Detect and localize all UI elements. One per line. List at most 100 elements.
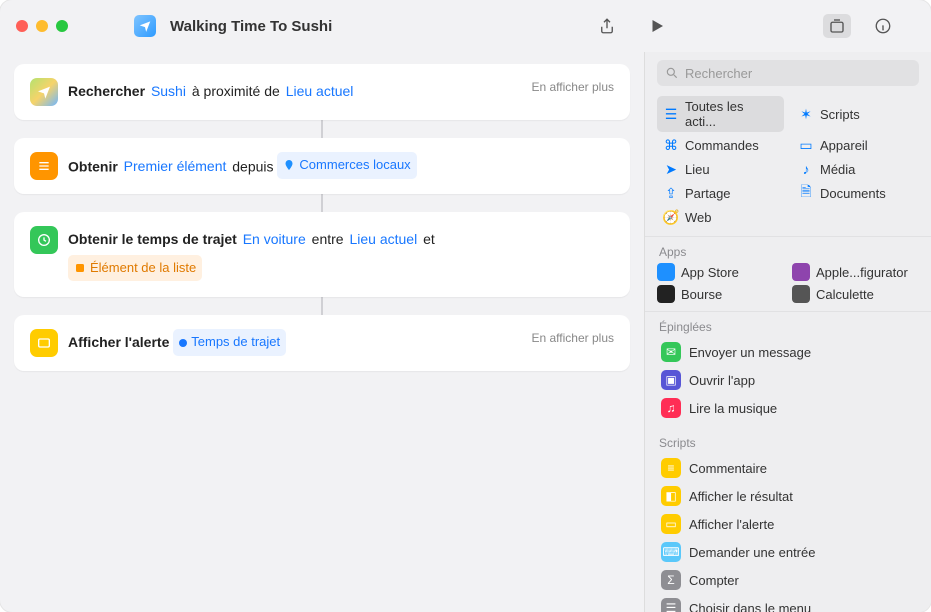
category-grid: ☰Toutes les acti... ✶Scripts ⌘Commandes … bbox=[645, 92, 931, 237]
action-get-item[interactable]: Obtenir Premier élément depuis Commerces… bbox=[14, 138, 630, 194]
cat-label: Web bbox=[685, 210, 712, 225]
info-button[interactable] bbox=[869, 14, 897, 38]
script-item[interactable]: ΣCompter bbox=[657, 566, 919, 594]
param-search-term[interactable]: Sushi bbox=[149, 83, 188, 99]
param-location[interactable]: Lieu actuel bbox=[284, 83, 356, 99]
app-icon bbox=[792, 285, 810, 303]
variable-list-item[interactable]: Élément de la liste bbox=[68, 255, 202, 282]
script-item[interactable]: ◧ Afficher le résultat bbox=[657, 482, 919, 510]
item-label: Afficher le résultat bbox=[689, 489, 793, 504]
result-icon: ◧ bbox=[661, 486, 681, 506]
window-controls bbox=[16, 20, 68, 32]
app-label: Bourse bbox=[681, 287, 722, 302]
param-transport-mode[interactable]: En voiture bbox=[241, 231, 308, 247]
music-icon: ♫ bbox=[661, 398, 681, 418]
script-item[interactable]: ⌨Demander une entrée bbox=[657, 538, 919, 566]
cat-location[interactable]: ➤Lieu bbox=[657, 158, 784, 180]
action-travel-time[interactable]: Obtenir le temps de trajet En voiture en… bbox=[14, 212, 630, 297]
apps-grid: App Store Apple...figurator Bourse Calcu… bbox=[645, 263, 931, 311]
text: entre bbox=[312, 231, 344, 247]
action-label: Afficher l'alerte bbox=[68, 334, 169, 350]
pinned-section-label: Épinglées bbox=[645, 312, 931, 338]
action-label: Obtenir le temps de trajet bbox=[68, 231, 237, 247]
variable-travel-time[interactable]: Temps de trajet bbox=[173, 329, 286, 356]
cat-media[interactable]: ♪Média bbox=[792, 158, 919, 180]
minimize-button[interactable] bbox=[36, 20, 48, 32]
message-icon: ✉ bbox=[661, 342, 681, 362]
app-label: Calculette bbox=[816, 287, 874, 302]
cat-device[interactable]: ▭ Appareil bbox=[792, 134, 919, 156]
input-icon: ⌨ bbox=[661, 542, 681, 562]
cat-label: Média bbox=[820, 162, 855, 177]
share-button[interactable] bbox=[593, 14, 621, 38]
sidebar-scroll[interactable]: Épinglées ✉ Envoyer un message ▣ Ouvrir l'… bbox=[645, 311, 931, 612]
item-label: Envoyer un message bbox=[689, 345, 811, 360]
cat-label: Appareil bbox=[820, 138, 868, 153]
script-item[interactable]: ≡Commentaire bbox=[657, 454, 919, 482]
param-item-index[interactable]: Premier élément bbox=[122, 158, 229, 174]
pinned-item[interactable]: ✉ Envoyer un message bbox=[657, 338, 919, 366]
pinned-item[interactable]: ▣ Ouvrir l'app bbox=[657, 366, 919, 394]
alert-icon: ▭ bbox=[661, 514, 681, 534]
cat-web[interactable]: 🧭 Web bbox=[657, 206, 784, 228]
app-icon bbox=[657, 263, 675, 281]
loc-icon: ➤ bbox=[663, 161, 679, 177]
app-icon bbox=[657, 285, 675, 303]
app-item[interactable]: Apple...figurator bbox=[792, 263, 919, 281]
zoom-button[interactable] bbox=[56, 20, 68, 32]
text: depuis bbox=[232, 158, 273, 174]
chip-label: Commerces locaux bbox=[299, 153, 410, 178]
open-app-icon: ▣ bbox=[661, 370, 681, 390]
cat-label: Toutes les acti... bbox=[685, 99, 778, 129]
text: et bbox=[423, 231, 435, 247]
clock-icon bbox=[30, 226, 58, 254]
body: Rechercher Sushi à proximité de Lieu act… bbox=[0, 52, 931, 612]
app-item[interactable]: Calculette bbox=[792, 285, 919, 303]
menu-icon: ☰ bbox=[661, 598, 681, 612]
alert-icon bbox=[30, 329, 58, 357]
comment-icon: ≡ bbox=[661, 458, 681, 478]
search-input[interactable]: Rechercher bbox=[657, 60, 919, 86]
doc-icon: 🗎 bbox=[798, 185, 814, 201]
library-button[interactable] bbox=[823, 14, 851, 38]
action-label: Obtenir bbox=[68, 158, 118, 174]
pinned-item[interactable]: ♫Lire la musique bbox=[657, 394, 919, 422]
script-item[interactable]: ☰ Choisir dans le menu bbox=[657, 594, 919, 612]
item-label: Choisir dans le menu bbox=[689, 601, 811, 612]
action-label: Rechercher bbox=[68, 83, 145, 99]
app-item[interactable]: Bourse bbox=[657, 285, 784, 303]
list-icon bbox=[30, 152, 58, 180]
sidebar: Rechercher ☰Toutes les acti... ✶Scripts … bbox=[644, 52, 931, 612]
titlebar-actions bbox=[593, 14, 915, 38]
script-item[interactable]: ▭ Afficher l'alerte bbox=[657, 510, 919, 538]
cat-commands[interactable]: ⌘Commandes bbox=[657, 134, 784, 156]
cat-label: Scripts bbox=[820, 107, 860, 122]
show-more-button[interactable]: En afficher plus bbox=[532, 80, 615, 94]
app-window: { "header": { "title": "Walking Time To … bbox=[0, 0, 931, 612]
cmd-icon: ⌘ bbox=[663, 137, 679, 153]
shortcut-icon bbox=[134, 15, 156, 37]
web-icon: 🧭 bbox=[663, 209, 679, 225]
run-button[interactable] bbox=[643, 14, 671, 38]
param-start-location[interactable]: Lieu actuel bbox=[347, 231, 419, 247]
window-title: Walking Time To Sushi bbox=[170, 18, 332, 35]
maps-icon bbox=[30, 78, 58, 106]
count-icon: Σ bbox=[661, 570, 681, 590]
editor-canvas[interactable]: Rechercher Sushi à proximité de Lieu act… bbox=[0, 52, 644, 612]
app-icon bbox=[792, 263, 810, 281]
app-item[interactable]: App Store bbox=[657, 263, 784, 281]
device-icon: ▭ bbox=[798, 137, 814, 153]
cat-all-actions[interactable]: ☰Toutes les acti... bbox=[657, 96, 784, 132]
action-search-places[interactable]: Rechercher Sushi à proximité de Lieu act… bbox=[14, 64, 630, 120]
item-label: Ouvrir l'app bbox=[689, 373, 755, 388]
cat-documents[interactable]: 🗎Documents bbox=[792, 182, 919, 204]
close-button[interactable] bbox=[16, 20, 28, 32]
action-show-alert[interactable]: Afficher l'alerte Temps de trajet En aff… bbox=[14, 315, 630, 371]
show-more-button[interactable]: En afficher plus bbox=[532, 331, 615, 345]
app-label: Apple...figurator bbox=[816, 265, 908, 280]
apps-section-label: Apps bbox=[645, 237, 931, 263]
cat-share[interactable]: ⇪Partage bbox=[657, 182, 784, 204]
cat-scripts[interactable]: ✶Scripts bbox=[792, 96, 919, 132]
variable-local-businesses[interactable]: Commerces locaux bbox=[277, 152, 416, 179]
item-label: Afficher l'alerte bbox=[689, 517, 774, 532]
